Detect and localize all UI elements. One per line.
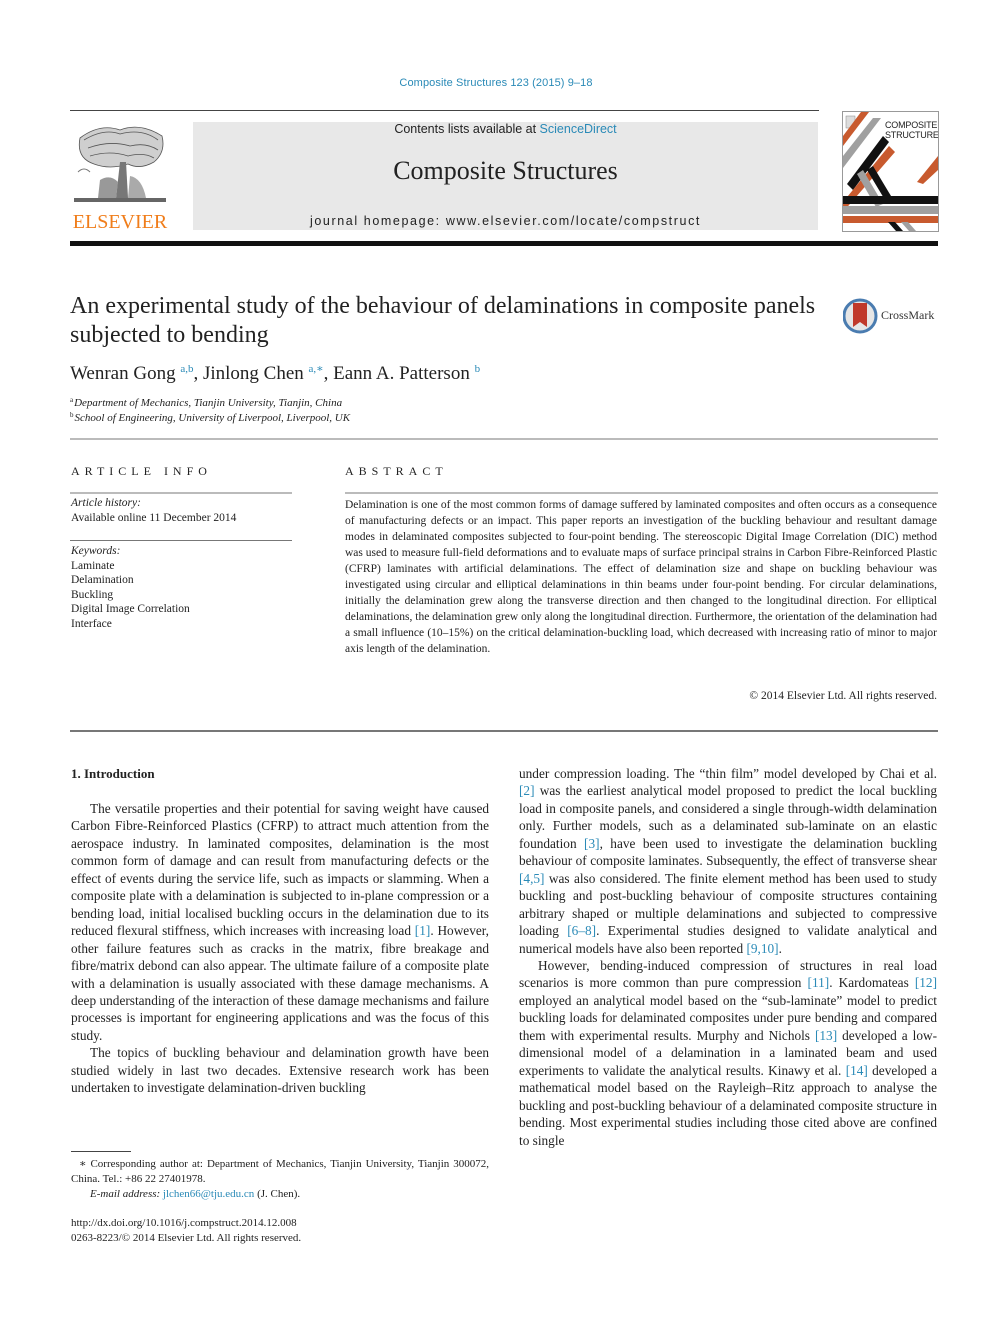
paragraph-text: The versatile properties and their poten… bbox=[71, 801, 489, 939]
keyword: Buckling bbox=[71, 588, 114, 601]
email-note: E-mail address: jlchen66@tju.edu.cn (J. … bbox=[90, 1187, 300, 1202]
paragraph-text: under compression loading. The “thin fil… bbox=[519, 766, 937, 781]
paragraph-text: . Kardomateas bbox=[829, 975, 915, 991]
history-label: Article history: bbox=[71, 497, 141, 509]
body-divider bbox=[70, 730, 938, 732]
article-info-divider bbox=[70, 492, 292, 494]
body-column-right: under compression loading. The “thin fil… bbox=[519, 765, 937, 1149]
citation-link[interactable]: [11] bbox=[808, 975, 830, 990]
article-info-heading: ARTICLE INFO bbox=[71, 464, 212, 478]
citation-link[interactable]: [12] bbox=[915, 975, 937, 990]
citation-link[interactable]: [6–8] bbox=[567, 923, 596, 938]
citation-link[interactable]: [13] bbox=[815, 1028, 837, 1043]
paragraph: However, bending-induced compression of … bbox=[519, 957, 937, 1149]
journal-reference-link[interactable]: Composite Structures 123 (2015) 9–18 bbox=[0, 77, 992, 89]
email-suffix: (J. Chen). bbox=[254, 1188, 301, 1200]
citation-link[interactable]: [4,5] bbox=[519, 871, 544, 886]
contents-available: Contents lists available at ScienceDirec… bbox=[193, 122, 818, 136]
journal-title: Composite Structures bbox=[393, 156, 618, 185]
history-value: Available online 11 December 2014 bbox=[71, 512, 237, 524]
author[interactable]: Eann A. Patterson b bbox=[333, 363, 480, 384]
abstract-copyright: © 2014 Elsevier Ltd. All rights reserved… bbox=[749, 690, 937, 702]
contents-prefix: Contents lists available at bbox=[394, 122, 540, 136]
keywords-divider bbox=[70, 540, 292, 541]
paragraph: The topics of buckling behaviour and del… bbox=[71, 1045, 489, 1096]
affiliation: bSchool of Engineering, University of Li… bbox=[70, 411, 350, 424]
journal-banner: Contents lists available at ScienceDirec… bbox=[193, 122, 818, 230]
journal-cover-thumbnail[interactable]: COMPOSITE STRUCTURES bbox=[842, 111, 939, 232]
elsevier-wordmark: ELSEVIER bbox=[72, 211, 168, 233]
paragraph-text: . However, other failure features such a… bbox=[71, 923, 489, 1043]
crossmark-icon bbox=[843, 298, 878, 334]
corresponding-author-note: ∗ Corresponding author at: Department of… bbox=[71, 1158, 489, 1185]
homepage-prefix: journal homepage: bbox=[310, 214, 446, 228]
author-name: Jinlong Chen bbox=[202, 363, 304, 384]
citation-link[interactable]: [3] bbox=[584, 836, 600, 851]
keyword-list: Laminate Delamination Buckling Digital I… bbox=[71, 559, 190, 631]
keywords-label: Keywords: bbox=[71, 545, 121, 557]
abstract-heading: ABSTRACT bbox=[345, 464, 448, 478]
author-list: Wenran Gong a,b, Jinlong Chen a,∗, Eann … bbox=[70, 362, 480, 385]
body-column-left: The versatile properties and their poten… bbox=[71, 800, 489, 1097]
citation-link[interactable]: [9,10] bbox=[746, 941, 778, 956]
journal-homepage: journal homepage: www.elsevier.com/locat… bbox=[193, 214, 818, 228]
elsevier-logo[interactable]: ELSEVIER bbox=[70, 118, 170, 234]
keyword: Digital Image Correlation bbox=[71, 603, 190, 616]
author-name: Wenran Gong bbox=[70, 363, 176, 384]
affiliation-text: Department of Mechanics, Tianjin Univers… bbox=[74, 397, 343, 409]
author-affiliation-marker[interactable]: b bbox=[475, 363, 481, 375]
header-thick-rule bbox=[70, 241, 938, 246]
homepage-link[interactable]: www.elsevier.com/locate/compstruct bbox=[446, 214, 701, 228]
author-affiliation-marker[interactable]: a,b bbox=[180, 363, 193, 375]
issn-copyright: 0263-8223/© 2014 Elsevier Ltd. All right… bbox=[71, 1232, 302, 1244]
abstract-divider bbox=[345, 492, 938, 494]
cover-title-line2: STRUCTURES bbox=[885, 130, 939, 140]
doi-link[interactable]: http://dx.doi.org/10.1016/j.compstruct.2… bbox=[71, 1216, 297, 1231]
paragraph-text: . bbox=[778, 940, 782, 956]
author[interactable]: Jinlong Chen a,∗ bbox=[203, 363, 324, 384]
paragraph: under compression loading. The “thin fil… bbox=[519, 765, 937, 957]
email-link[interactable]: jlchen66@tju.edu.cn bbox=[163, 1188, 254, 1200]
author[interactable]: Wenran Gong a,b bbox=[70, 363, 193, 384]
sciencedirect-link[interactable]: ScienceDirect bbox=[540, 122, 617, 136]
affiliation-text: School of Engineering, University of Liv… bbox=[74, 412, 351, 424]
author-separator: , bbox=[323, 363, 334, 384]
email-label: E-mail address: bbox=[90, 1188, 163, 1200]
cover-title-line1: COMPOSITE bbox=[885, 120, 938, 130]
affiliation-key: a bbox=[70, 396, 74, 404]
affiliation-key: b bbox=[70, 411, 74, 419]
affiliation: aDepartment of Mechanics, Tianjin Univer… bbox=[70, 396, 342, 409]
affiliation-divider bbox=[70, 438, 938, 440]
elsevier-tree-icon bbox=[74, 126, 166, 202]
keyword: Delamination bbox=[71, 574, 134, 587]
header-rule bbox=[70, 110, 819, 111]
keyword: Interface bbox=[71, 617, 112, 630]
abstract-text: Delamination is one of the most common f… bbox=[345, 499, 937, 655]
citation-link[interactable]: [14] bbox=[846, 1063, 868, 1078]
author-affiliation-marker[interactable]: a,∗ bbox=[309, 363, 324, 375]
paragraph: The versatile properties and their poten… bbox=[71, 800, 489, 1044]
keyword: Laminate bbox=[71, 560, 115, 572]
footnote-rule bbox=[71, 1151, 131, 1152]
citation-link[interactable]: [1] bbox=[415, 923, 431, 938]
crossmark-label: CrossMark bbox=[881, 308, 935, 322]
author-separator: , bbox=[193, 363, 203, 384]
crossmark-button[interactable]: CrossMark bbox=[843, 297, 943, 337]
article-title: An experimental study of the behaviour o… bbox=[70, 293, 816, 348]
author-name: Eann A. Patterson bbox=[333, 363, 470, 384]
section-heading-introduction: 1. Introduction bbox=[71, 766, 155, 781]
cover-title: COMPOSITE STRUCTURES bbox=[885, 120, 939, 140]
citation-link[interactable]: [2] bbox=[519, 783, 535, 798]
